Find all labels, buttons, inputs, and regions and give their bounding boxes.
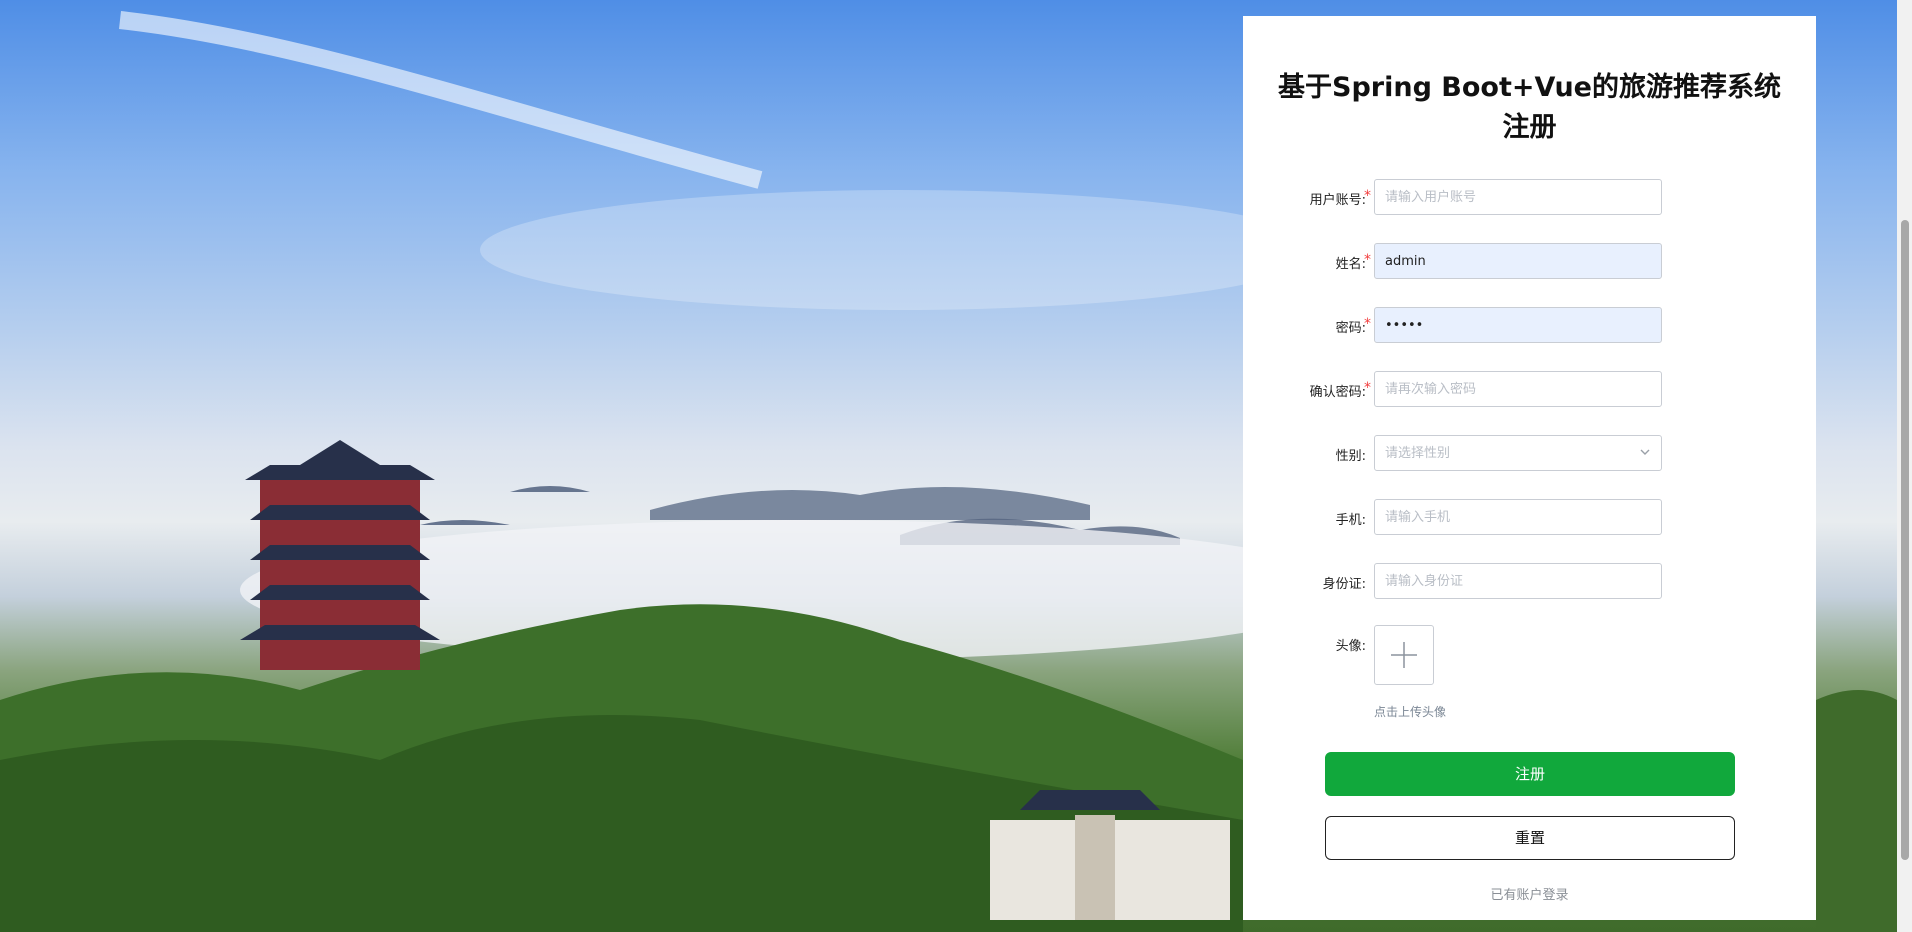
gender-select-input[interactable] bbox=[1374, 435, 1662, 471]
gender-select[interactable] bbox=[1374, 435, 1662, 471]
form-row-phone: 手机: bbox=[1243, 499, 1816, 535]
form-row-id-card: 身份证: bbox=[1243, 563, 1816, 599]
login-link[interactable]: 已有账户登录 bbox=[1243, 884, 1816, 903]
id-card-label: 身份证: bbox=[1322, 577, 1366, 592]
avatar-upload[interactable] bbox=[1374, 625, 1434, 685]
page-title: 基于Spring Boot+Vue的旅游推荐系统 注册 bbox=[1243, 68, 1816, 148]
phone-label: 手机: bbox=[1335, 513, 1366, 528]
phone-input[interactable] bbox=[1374, 499, 1662, 535]
register-button[interactable]: 注册 bbox=[1325, 752, 1735, 796]
form-row-gender: 性别: bbox=[1243, 435, 1816, 471]
chevron-down-icon bbox=[1640, 449, 1650, 455]
gender-label: 性别: bbox=[1335, 449, 1366, 464]
id-card-input[interactable] bbox=[1374, 563, 1662, 599]
register-card: 基于Spring Boot+Vue的旅游推荐系统 注册 用户账号: * 姓名: … bbox=[1243, 16, 1816, 920]
form-row-username: 用户账号: * bbox=[1243, 179, 1816, 215]
form-row-avatar: 头像: 点击上传头像 bbox=[1243, 625, 1816, 725]
form-row-confirm-password: 确认密码: * bbox=[1243, 371, 1816, 407]
plus-icon bbox=[1391, 642, 1417, 668]
username-label: 用户账号: bbox=[1309, 193, 1366, 208]
page-title-line1: 基于Spring Boot+Vue的旅游推荐系统 bbox=[1278, 72, 1781, 103]
name-input[interactable] bbox=[1374, 243, 1662, 279]
avatar-label: 头像: bbox=[1335, 639, 1366, 654]
password-label: 密码: bbox=[1335, 321, 1366, 336]
username-input[interactable] bbox=[1374, 179, 1662, 215]
form-row-name: 姓名: * bbox=[1243, 243, 1816, 279]
confirm-password-label: 确认密码: bbox=[1309, 385, 1366, 400]
required-mark: * bbox=[1364, 380, 1371, 396]
page-title-line2: 注册 bbox=[1502, 112, 1557, 143]
avatar-upload-hint: 点击上传头像 bbox=[1374, 705, 1447, 719]
required-mark: * bbox=[1364, 252, 1371, 268]
confirm-password-input[interactable] bbox=[1374, 371, 1662, 407]
reset-button[interactable]: 重置 bbox=[1325, 816, 1735, 860]
scrollbar-thumb[interactable] bbox=[1901, 220, 1909, 860]
required-mark: * bbox=[1364, 316, 1371, 332]
required-mark: * bbox=[1364, 188, 1371, 204]
name-label: 姓名: bbox=[1335, 257, 1366, 272]
form-row-password: 密码: * bbox=[1243, 307, 1816, 343]
password-input[interactable] bbox=[1374, 307, 1662, 343]
page-scrollbar[interactable] bbox=[1897, 0, 1912, 932]
